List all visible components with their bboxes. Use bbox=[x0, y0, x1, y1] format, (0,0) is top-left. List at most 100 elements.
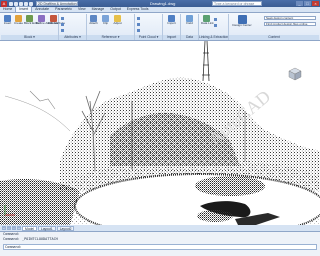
command-history-line: Command: _POINTCLOUDATTACH bbox=[3, 237, 58, 241]
link-icon bbox=[214, 17, 217, 21]
linking-tool-3[interactable] bbox=[214, 23, 218, 27]
pylon bbox=[202, 41, 210, 82]
pointcloud-panel-title[interactable]: Point Cloud ▾ bbox=[135, 35, 162, 40]
tab-output[interactable]: Output bbox=[107, 7, 124, 12]
linking-panel-title[interactable]: Linking & Extraction bbox=[199, 35, 228, 40]
tab-layout2[interactable]: Layout2 bbox=[56, 225, 75, 231]
import-label: Import bbox=[167, 21, 176, 25]
ribbon: Insert Create Block Editor Define Attrib… bbox=[0, 13, 320, 41]
title-bar: A 2D Drafting & Annotation Drawing1.dwg … bbox=[0, 0, 320, 7]
tab-layout1[interactable]: Layout1 bbox=[37, 225, 56, 231]
command-input[interactable]: Command: bbox=[3, 244, 317, 250]
design-center-label: Design Center bbox=[232, 23, 252, 27]
first-layout-icon[interactable]: « bbox=[2, 226, 6, 230]
attributes-panel-title[interactable]: Attributes ▾ bbox=[59, 35, 86, 40]
pointcloud-panel: Point Cloud ▾ bbox=[135, 14, 163, 40]
design-center-button[interactable]: Design Center bbox=[232, 15, 252, 28]
layout-nav: « ‹ › » bbox=[2, 226, 21, 230]
window-controls: _ □ × bbox=[296, 1, 319, 6]
create-label: Create bbox=[13, 21, 23, 25]
tab-manage[interactable]: Manage bbox=[89, 7, 108, 12]
prev-layout-icon[interactable]: ‹ bbox=[7, 226, 11, 230]
linking-tool-2[interactable] bbox=[214, 17, 218, 21]
attributes-panel: Attributes ▾ bbox=[59, 14, 87, 40]
attr-tool-1[interactable] bbox=[61, 16, 65, 20]
sculpture-shadow bbox=[197, 210, 233, 222]
branch-line bbox=[29, 90, 56, 110]
link-icon bbox=[214, 23, 217, 27]
workspace-dropdown[interactable]: 2D Drafting & Annotation bbox=[36, 1, 78, 6]
field-button[interactable]: Field bbox=[184, 15, 195, 26]
clip-label: Clip bbox=[102, 21, 109, 25]
ground-line bbox=[4, 95, 71, 132]
command-line: Command: Command: _POINTCLOUDATTACH Comm… bbox=[0, 231, 320, 256]
new-icon[interactable] bbox=[9, 1, 13, 6]
field-label: Field bbox=[186, 21, 193, 25]
data-panel: Field Data bbox=[181, 14, 199, 40]
viewcube-icon[interactable] bbox=[288, 67, 302, 81]
close-button[interactable]: × bbox=[312, 1, 319, 6]
attach-label: Attach bbox=[89, 21, 98, 25]
attr-tool-2[interactable] bbox=[61, 22, 65, 26]
pointcloud-tool-3[interactable] bbox=[137, 28, 141, 32]
block-panel-title[interactable]: Block ▾ bbox=[1, 35, 58, 40]
define-attributes-button[interactable]: Define Attributes bbox=[36, 15, 59, 26]
drawing-viewport[interactable]: AutoCAD bbox=[0, 41, 320, 225]
data-link-button[interactable]: Data Link bbox=[201, 15, 214, 26]
maximize-button[interactable]: □ bbox=[304, 1, 311, 6]
clip-button[interactable]: Clip bbox=[100, 15, 111, 26]
tab-view[interactable]: View bbox=[75, 7, 89, 12]
block-editor-button[interactable]: Block Editor bbox=[24, 15, 41, 26]
block-panel: Insert Create Block Editor Define Attrib… bbox=[1, 14, 66, 40]
data-panel-title: Data bbox=[181, 35, 198, 40]
pointcloud-icon bbox=[137, 28, 140, 32]
search-input[interactable]: Type a keyword or phrase bbox=[212, 1, 262, 6]
open-icon[interactable] bbox=[14, 1, 18, 6]
point-cloud-canvas: AutoCAD bbox=[0, 41, 320, 225]
ucs-icon bbox=[4, 205, 15, 216]
insert-label: Insert bbox=[3, 21, 12, 25]
attribute-icon bbox=[61, 28, 64, 32]
attribute-icon bbox=[61, 16, 64, 20]
create-block-button[interactable]: Create bbox=[13, 15, 24, 26]
import-panel-title: Import bbox=[163, 35, 180, 40]
tab-express-tools[interactable]: Express Tools bbox=[124, 7, 152, 12]
command-prompt-text: Command: bbox=[5, 245, 22, 249]
save-icon[interactable] bbox=[19, 1, 23, 6]
attribute-icon bbox=[61, 22, 64, 26]
next-layout-icon[interactable]: › bbox=[12, 226, 16, 230]
redo-icon[interactable] bbox=[29, 1, 33, 6]
linking-panel: Data Link Linking & Extraction bbox=[199, 14, 229, 40]
define-attributes-label: Define Attributes bbox=[36, 21, 59, 25]
fountain-center bbox=[195, 176, 265, 196]
adjust-button[interactable]: Adjust bbox=[112, 15, 123, 26]
import-panel: Import Import bbox=[163, 14, 181, 40]
pointcloud-tool-2[interactable] bbox=[137, 22, 141, 26]
reference-panel-title[interactable]: Reference ▾ bbox=[87, 35, 134, 40]
tab-annotate[interactable]: Annotate bbox=[32, 7, 52, 12]
pointcloud-icon bbox=[137, 22, 140, 26]
block-editor-label: Block Editor bbox=[24, 21, 41, 25]
tab-insert[interactable]: Insert bbox=[15, 6, 33, 12]
edit-attribute-label: Edit Attribute bbox=[48, 21, 66, 25]
content-panel-title: Content bbox=[229, 35, 319, 40]
last-layout-icon[interactable]: » bbox=[17, 226, 21, 230]
undo-icon[interactable] bbox=[24, 1, 28, 6]
quick-access-toolbar bbox=[9, 1, 33, 6]
application-menu-button[interactable]: A bbox=[1, 0, 7, 7]
tab-home[interactable]: Home bbox=[0, 7, 15, 12]
import-button[interactable]: Import bbox=[166, 15, 177, 26]
seek-files-box[interactable]: Find product design files online bbox=[264, 22, 316, 26]
minimize-button[interactable]: _ bbox=[296, 1, 303, 6]
tab-model[interactable]: Model bbox=[22, 225, 37, 231]
pointcloud-tool-1[interactable] bbox=[137, 16, 141, 20]
edit-attribute-button[interactable]: Edit Attribute bbox=[48, 15, 66, 26]
data-link-label: Data Link bbox=[201, 21, 214, 25]
attr-tool-3[interactable] bbox=[61, 28, 65, 32]
seek-content-box[interactable]: Seek design content bbox=[264, 16, 316, 20]
attach-button[interactable]: Attach bbox=[88, 15, 99, 26]
tab-parametric[interactable]: Parametric bbox=[52, 7, 75, 12]
pointcloud-icon bbox=[137, 16, 140, 20]
insert-block-button[interactable]: Insert bbox=[2, 15, 13, 26]
adjust-label: Adjust bbox=[113, 21, 122, 25]
